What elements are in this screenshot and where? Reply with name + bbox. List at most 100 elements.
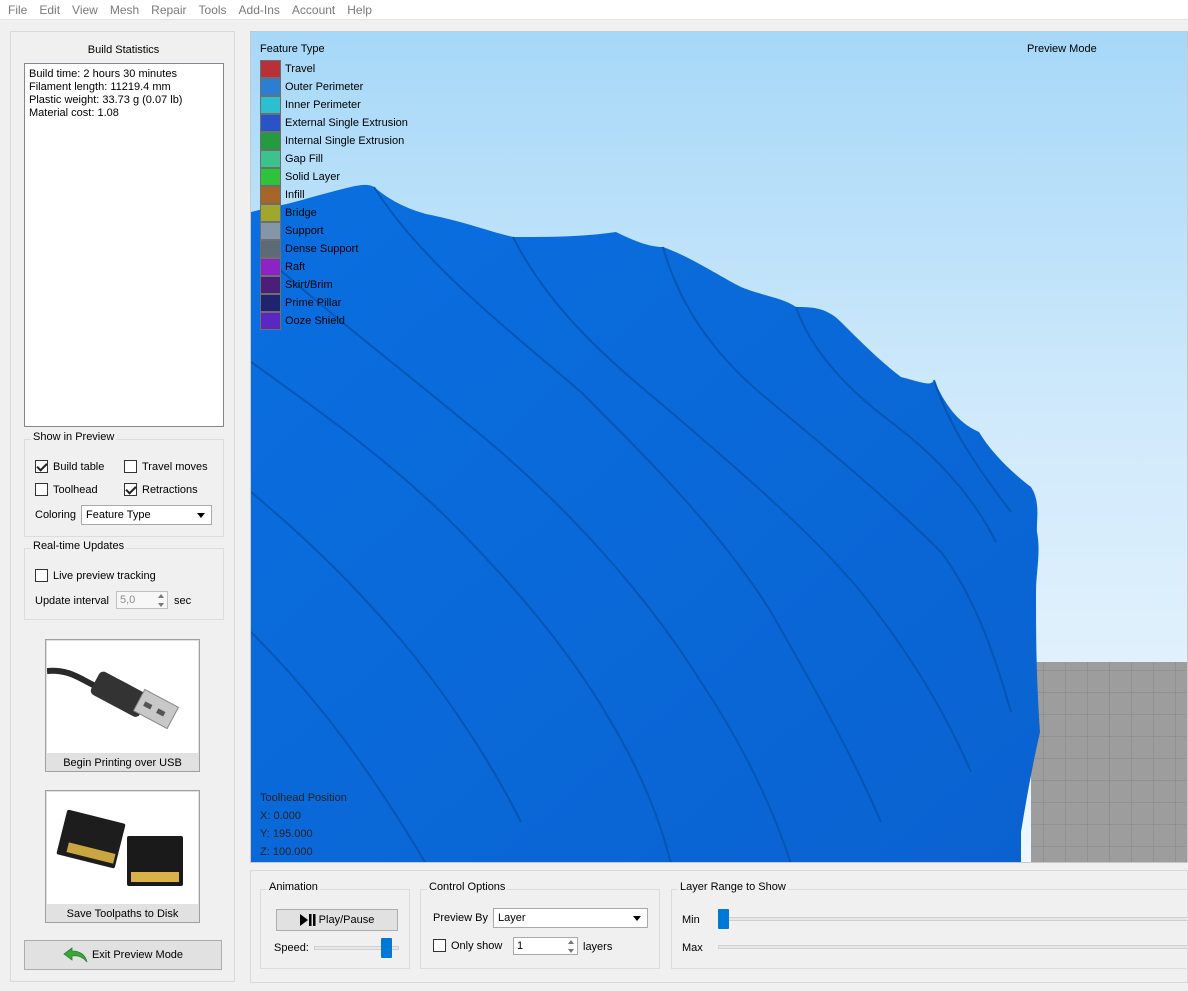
toolhead-position-title: Toolhead Position <box>260 792 347 804</box>
menu-edit[interactable]: Edit <box>33 3 66 17</box>
chevron-down-icon <box>633 916 641 921</box>
animation-group: Animation Play/Pause Speed: <box>260 881 410 969</box>
legend-label: Gap Fill <box>285 153 323 165</box>
feature-type-legend: Travel Outer Perimeter Inner Perimeter E… <box>260 60 408 330</box>
build-time-text: Build time: 2 hours 30 minutes <box>29 68 177 80</box>
left-panel: Build Statistics Build time: 2 hours 30 … <box>10 31 235 982</box>
layers-count-spinner[interactable]: 1 <box>513 937 578 955</box>
update-interval-value: 5,0 <box>120 594 136 606</box>
preview-viewport[interactable]: Feature Type Preview Mode Travel Outer P… <box>250 31 1188 863</box>
legend-item: Internal Single Extrusion <box>260 132 408 150</box>
layer-range-group: Layer Range to Show Min Max <box>671 881 1188 969</box>
menu-view[interactable]: View <box>66 3 104 17</box>
layer-range-title: Layer Range to Show <box>678 881 788 893</box>
legend-item: External Single Extrusion <box>260 114 408 132</box>
menu-tools[interactable]: Tools <box>193 3 233 17</box>
coloring-select[interactable]: Feature Type <box>81 505 212 525</box>
save-toolpaths-label: Save Toolpaths to Disk <box>66 908 179 920</box>
legend-swatch <box>260 258 281 276</box>
layer-max-slider-track[interactable] <box>718 945 1188 949</box>
retractions-checkbox[interactable]: Retractions <box>124 483 198 496</box>
coloring-value: Feature Type <box>86 509 151 521</box>
legend-swatch <box>260 150 281 168</box>
toolhead-position-readout: Toolhead Position X: 0.000 Y: 195.000 Z:… <box>260 789 347 861</box>
update-interval-unit: sec <box>174 595 192 607</box>
legend-swatch <box>260 312 281 330</box>
build-table-checkbox[interactable]: Build table <box>35 460 104 473</box>
update-interval-spinner[interactable]: 5,0 <box>116 591 168 609</box>
layer-max-label: Max <box>682 942 703 954</box>
legend-label: Outer Perimeter <box>285 81 364 93</box>
menu-file[interactable]: File <box>2 3 33 17</box>
back-arrow-icon <box>63 947 88 963</box>
legend-swatch <box>260 132 281 150</box>
legend-item: Bridge <box>260 204 408 222</box>
live-preview-label: Live preview tracking <box>53 569 156 582</box>
play-pause-label: Play/Pause <box>318 914 375 926</box>
play-pause-button[interactable]: Play/Pause <box>276 909 398 931</box>
legend-item: Travel <box>260 60 408 78</box>
toolhead-z: Z: 100.000 <box>260 846 313 858</box>
bottom-panel: Animation Play/Pause Speed: Control Opti… <box>250 870 1188 983</box>
filament-length-text: Filament length: 11219.4 mm <box>29 81 171 93</box>
checkbox-icon <box>124 460 137 473</box>
legend-swatch <box>260 114 281 132</box>
material-cost-text: Material cost: 1.08 <box>29 107 119 119</box>
play-pause-icon <box>299 914 316 926</box>
layer-min-slider-track[interactable] <box>718 917 1188 921</box>
begin-printing-usb-button[interactable]: Begin Printing over USB <box>45 639 200 772</box>
save-toolpaths-button[interactable]: Save Toolpaths to Disk <box>45 790 200 923</box>
legend-item: Prime Pillar <box>260 294 408 312</box>
legend-swatch <box>260 276 281 294</box>
preview-mode-label: Preview Mode <box>1027 43 1097 55</box>
legend-swatch <box>260 186 281 204</box>
legend-label: Infill <box>285 189 305 201</box>
menu-add-ins[interactable]: Add-Ins <box>233 3 286 17</box>
exit-preview-mode-button[interactable]: Exit Preview Mode <box>24 940 222 970</box>
realtime-updates-group: Real-time Updates Live preview tracking … <box>24 540 224 620</box>
legend-item: Infill <box>260 186 408 204</box>
legend-label: Bridge <box>285 207 317 219</box>
menu-account[interactable]: Account <box>286 3 341 17</box>
only-show-label: Only show <box>451 939 503 952</box>
menu-mesh[interactable]: Mesh <box>104 3 145 17</box>
menu-bar: File Edit View Mesh Repair Tools Add-Ins… <box>0 0 1188 20</box>
toolhead-checkbox[interactable]: Toolhead <box>35 483 98 496</box>
legend-item: Dense Support <box>260 240 408 258</box>
control-options-title: Control Options <box>427 881 508 893</box>
preview-by-select[interactable]: Layer <box>493 908 648 928</box>
plastic-weight-text: Plastic weight: 33.73 g (0.07 lb) <box>29 94 183 106</box>
legend-swatch <box>260 96 281 114</box>
exit-preview-mode-label: Exit Preview Mode <box>91 949 184 961</box>
travel-moves-checkbox[interactable]: Travel moves <box>124 460 208 473</box>
speed-label: Speed: <box>274 942 309 954</box>
legend-swatch <box>260 204 281 222</box>
live-preview-checkbox[interactable]: Live preview tracking <box>35 569 156 582</box>
legend-label: Internal Single Extrusion <box>285 135 405 147</box>
legend-swatch <box>260 60 281 78</box>
legend-item: Ooze Shield <box>260 312 408 330</box>
checkbox-icon <box>35 569 48 582</box>
build-statistics-box[interactable]: Build time: 2 hours 30 minutes Filament … <box>24 63 224 427</box>
toolhead-y: Y: 195.000 <box>260 828 313 840</box>
animation-title: Animation <box>267 881 320 893</box>
preview-by-value: Layer <box>498 912 526 924</box>
spin-down-icon <box>157 603 164 607</box>
legend-item: Solid Layer <box>260 168 408 186</box>
legend-swatch <box>260 294 281 312</box>
sd-card-icon <box>47 792 198 904</box>
feature-type-title: Feature Type <box>260 43 325 55</box>
show-in-preview-group: Show in Preview Build table Travel moves… <box>24 431 224 537</box>
toolhead-x: X: 0.000 <box>260 810 301 822</box>
speed-slider-thumb[interactable] <box>381 938 393 958</box>
show-in-preview-title: Show in Preview <box>31 431 117 443</box>
legend-swatch <box>260 222 281 240</box>
menu-help[interactable]: Help <box>341 3 378 17</box>
only-show-checkbox[interactable]: Only show <box>433 939 502 952</box>
layer-min-slider-thumb[interactable] <box>718 909 729 929</box>
legend-item: Outer Perimeter <box>260 78 408 96</box>
menu-repair[interactable]: Repair <box>145 3 192 17</box>
checkbox-icon <box>124 483 137 496</box>
legend-label: Ooze Shield <box>285 315 345 327</box>
begin-printing-usb-label: Begin Printing over USB <box>63 757 182 769</box>
